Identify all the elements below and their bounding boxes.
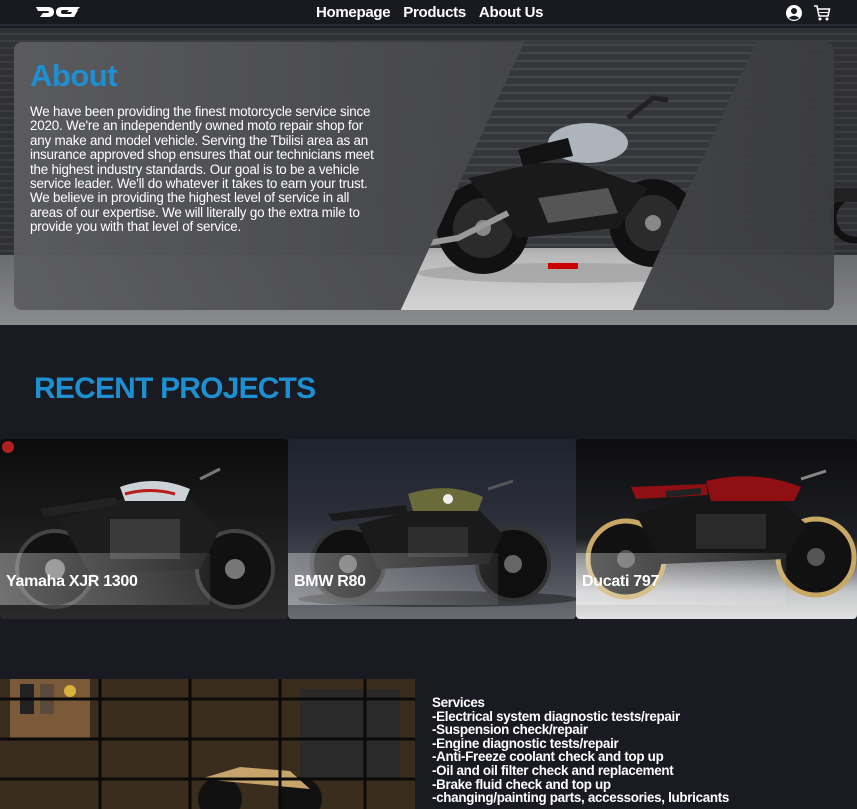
user-icon[interactable] xyxy=(785,4,803,22)
services-heading: Services xyxy=(432,695,485,710)
services-list: Services -Electrical system diagnostic t… xyxy=(432,696,729,805)
service-item: -Brake fluid check and top up xyxy=(432,776,611,792)
hero-section: About We have been providing the finest … xyxy=(0,28,857,325)
service-item: -Oil and oil filter check and replacemen… xyxy=(432,762,674,778)
project-card-ducati[interactable]: Ducati 797 xyxy=(576,439,857,619)
about-title: About xyxy=(30,58,118,93)
nav-links: Homepage Products About Us xyxy=(316,4,556,21)
logo-icon[interactable] xyxy=(34,5,82,19)
nav-link-products[interactable]: Products xyxy=(403,4,466,21)
about-motorcycle-image xyxy=(398,42,758,310)
top-nav: Homepage Products About Us xyxy=(0,0,857,26)
cart-icon[interactable] xyxy=(813,4,831,22)
service-item: -Suspension check/repair xyxy=(432,722,588,738)
project-label-bmw: BMW R80 xyxy=(294,573,366,590)
project-label-ducati: Ducati 797 xyxy=(582,573,660,590)
about-text: We have been providing the finest motorc… xyxy=(30,104,374,235)
project-card-yamaha[interactable]: Yamaha XJR 1300 xyxy=(0,439,288,619)
service-item: -Engine diagnostic tests/repair xyxy=(432,735,619,751)
service-item: -changing/painting parts, accessories, l… xyxy=(432,790,730,806)
project-label-yamaha: Yamaha XJR 1300 xyxy=(6,573,138,590)
project-card-bmw[interactable]: BMW R80 xyxy=(288,439,576,619)
services-shop-image xyxy=(0,679,415,809)
nav-icons xyxy=(785,4,831,22)
nav-link-about-us[interactable]: About Us xyxy=(479,4,544,21)
projects-gallery: Yamaha XJR 1300 BMW R80 Ducati 797 xyxy=(0,439,857,619)
about-card: About We have been providing the finest … xyxy=(14,42,834,310)
service-item: -Electrical system diagnostic tests/repa… xyxy=(432,708,680,724)
service-item: -Anti-Freeze coolant check and top up xyxy=(432,749,664,765)
nav-link-homepage[interactable]: Homepage xyxy=(316,4,391,21)
recent-projects-title: RECENT PROJECTS xyxy=(34,372,316,405)
